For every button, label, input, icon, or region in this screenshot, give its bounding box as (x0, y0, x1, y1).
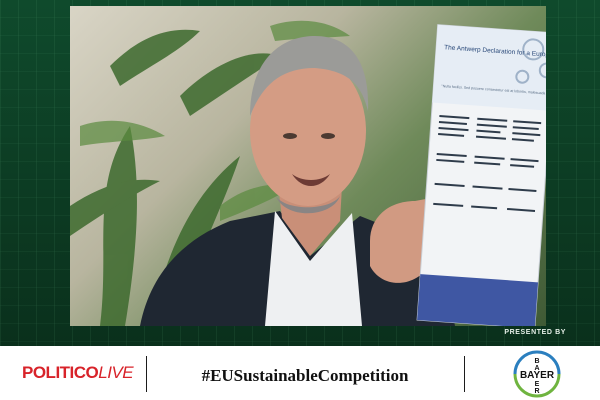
live-wordmark: LIVE (98, 363, 134, 382)
presented-by-label: PRESENTED BY (504, 329, 566, 336)
svg-text:R: R (534, 388, 539, 395)
footer-divider-right (464, 356, 465, 392)
politico-wordmark: POLITICO (22, 363, 99, 382)
bayer-cross-logo: BAYER B A E R (513, 350, 561, 398)
footer-divider-left (146, 356, 147, 392)
video-frame[interactable]: The Antwerp Declaration for a European I… (70, 6, 546, 326)
svg-text:E: E (535, 381, 540, 388)
speaker-scene: The Antwerp Declaration for a European I… (70, 20, 546, 326)
politico-live-logo: POLITICOLIVE (22, 363, 134, 383)
svg-text:B: B (534, 358, 539, 365)
svg-text:A: A (534, 365, 539, 372)
event-hashtag: #EUSustainableCompetition (201, 366, 409, 385)
